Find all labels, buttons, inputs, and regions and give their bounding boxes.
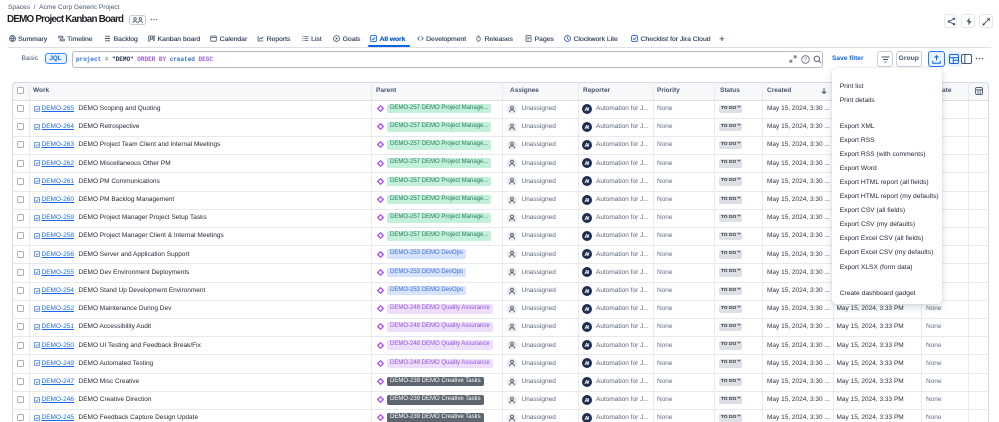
svg-text:?: ? (804, 57, 807, 63)
